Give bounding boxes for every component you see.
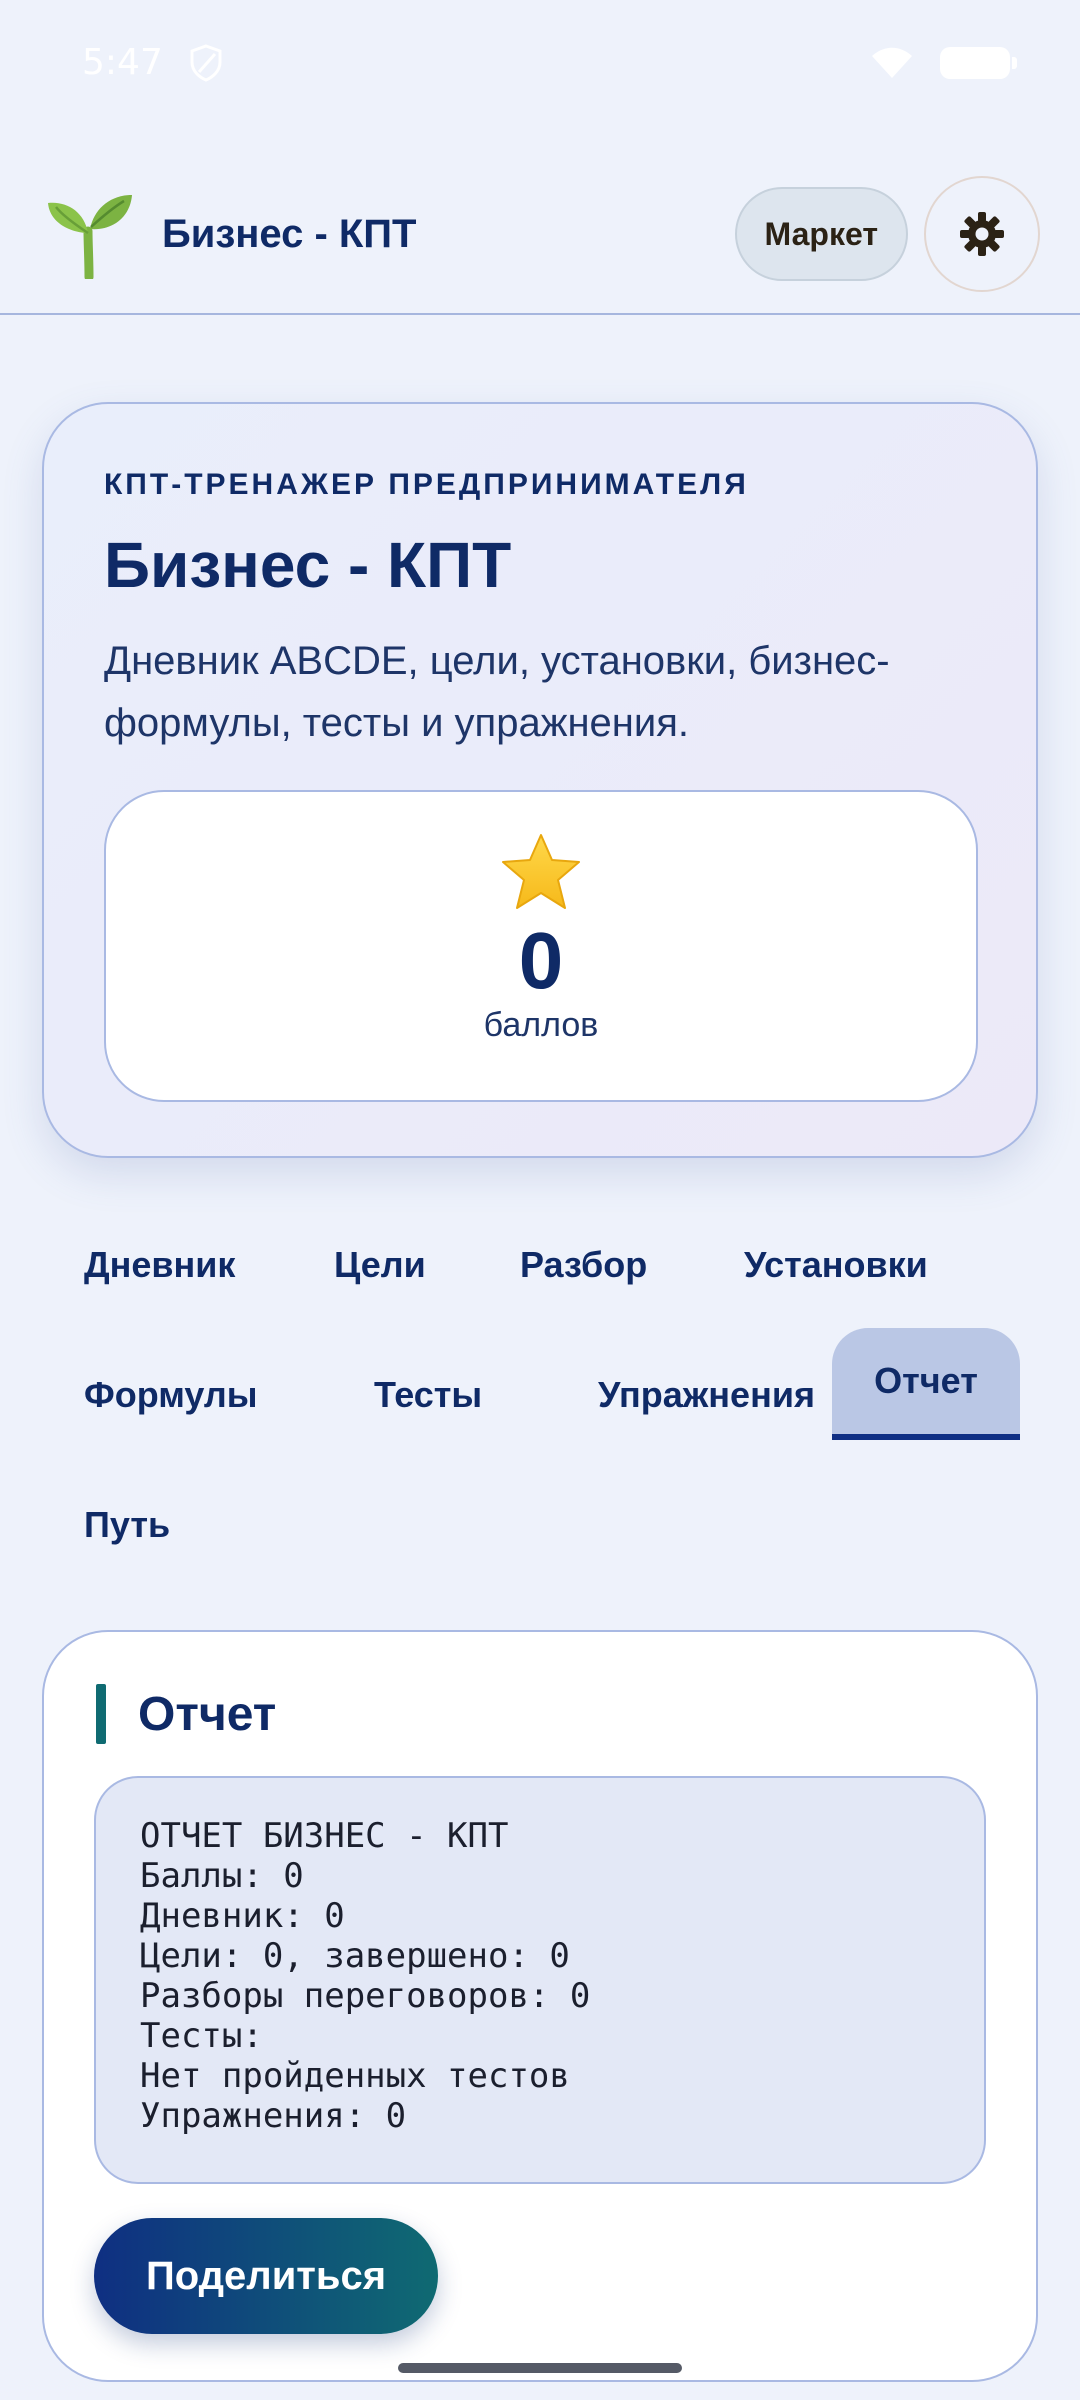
report-card: Отчет ОТЧЕТ БИЗНЕС - КПТ Баллы: 0 Дневни…: [42, 1630, 1038, 2382]
sprout-icon: [48, 195, 132, 279]
wifi-icon: [872, 47, 912, 78]
score-card: 0 баллов: [104, 790, 978, 1102]
report-line: Цели: 0, завершено: 0: [140, 1936, 570, 1976]
accent-bar: [96, 1684, 106, 1744]
tab-beliefs[interactable]: Установки: [702, 1210, 970, 1320]
home-indicator[interactable]: [398, 2363, 682, 2373]
report-line: Дневник: 0: [140, 1896, 345, 1936]
tab-path[interactable]: Путь: [42, 1470, 212, 1580]
tab-diary[interactable]: Дневник: [42, 1210, 277, 1320]
tab-goals[interactable]: Цели: [292, 1210, 468, 1320]
score-label: баллов: [483, 1006, 599, 1044]
score-value: 0: [518, 916, 564, 1005]
report-line: Нет пройденных тестов: [140, 2056, 570, 2096]
tab-report[interactable]: Отчет: [832, 1328, 1020, 1440]
shield-icon: [190, 43, 222, 82]
battery-icon: [940, 46, 1017, 79]
status-bar: 5:47: [0, 0, 1080, 125]
app-title: Бизнес - КПТ: [162, 211, 417, 256]
status-indicators: [870, 46, 1017, 80]
hero-title: Бизнес - КПТ: [104, 529, 512, 601]
market-button[interactable]: Маркет: [734, 187, 908, 281]
tab-analysis[interactable]: Разбор: [478, 1210, 689, 1320]
hero-card: КПТ-ТРЕНАЖЕР ПРЕДПРИНИМАТЕЛЯ Бизнес - КП…: [42, 402, 1038, 1158]
gear-icon: [960, 212, 1004, 256]
tab-exercises[interactable]: Упражнения: [556, 1340, 857, 1450]
report-line: Тесты:: [140, 2016, 263, 2056]
report-title: Отчет: [138, 1687, 277, 1741]
app-header: Бизнес - КПТ Маркет: [0, 155, 1080, 315]
settings-button[interactable]: [924, 176, 1040, 292]
report-header: Отчет: [96, 1684, 276, 1744]
status-time: 5:47: [82, 42, 163, 83]
tab-formulas[interactable]: Формулы: [42, 1340, 300, 1450]
tab-tests[interactable]: Тесты: [332, 1340, 524, 1450]
report-line: ОТЧЕТ БИЗНЕС - КПТ: [140, 1816, 509, 1856]
report-text-box: ОТЧЕТ БИЗНЕС - КПТ Баллы: 0 Дневник: 0 Ц…: [94, 1776, 986, 2184]
report-line: Упражнения: 0: [140, 2096, 407, 2136]
report-line: Баллы: 0: [140, 1856, 304, 1896]
share-button[interactable]: Поделиться: [94, 2218, 439, 2334]
header-actions: Маркет: [734, 176, 1040, 292]
hero-description: Дневник ABCDE, цели, установки, бизнес-ф…: [104, 639, 890, 745]
report-line: Разборы переговоров: 0: [140, 1976, 591, 2016]
star-icon: [502, 834, 580, 909]
hero-kicker: КПТ-ТРЕНАЖЕР ПРЕДПРИНИМАТЕЛЯ: [104, 468, 749, 501]
